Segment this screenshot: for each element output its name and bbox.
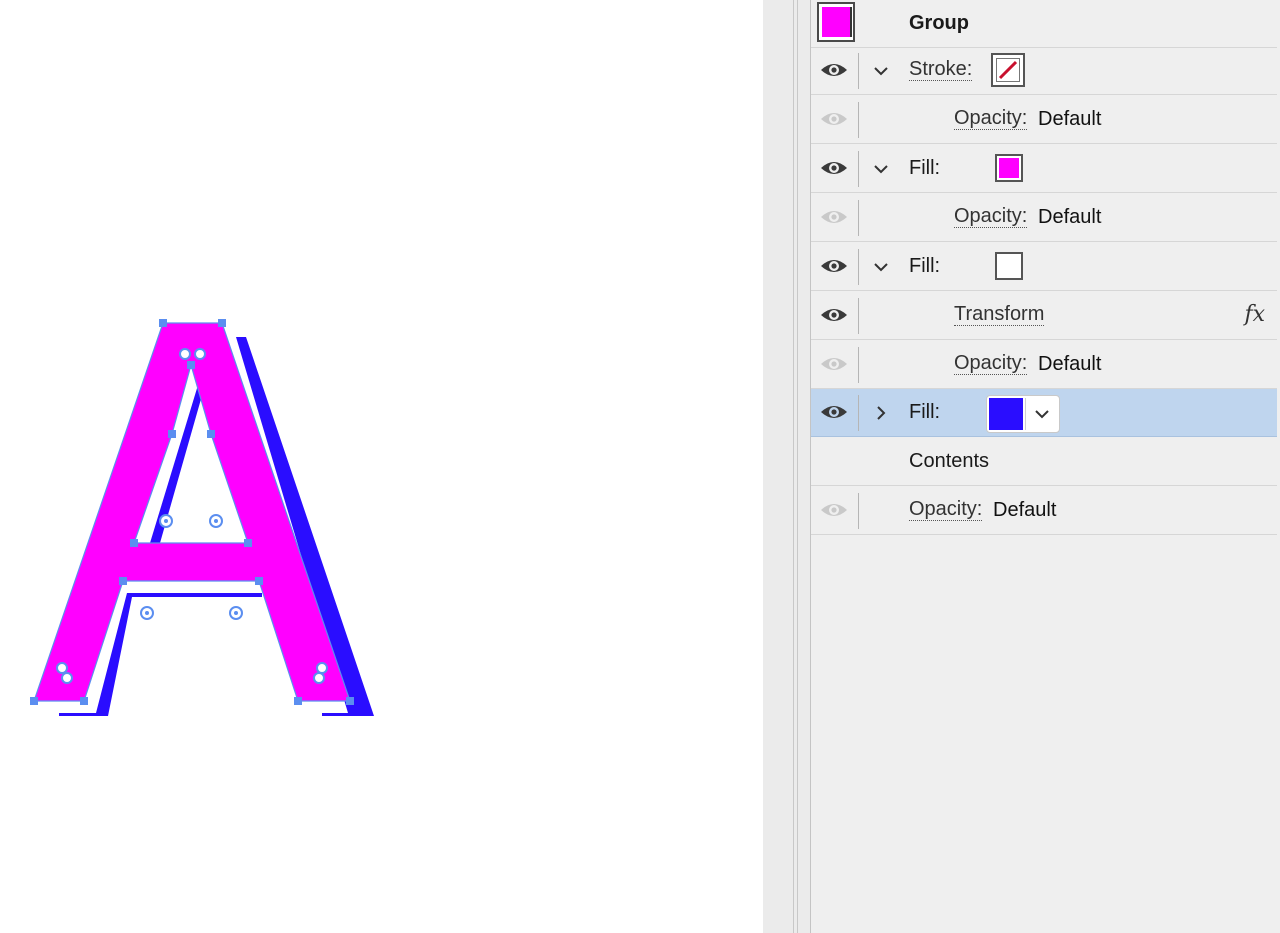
eye-icon[interactable]: [819, 353, 849, 375]
opacity-value: Default: [993, 499, 1057, 521]
eye-icon[interactable]: [819, 157, 849, 179]
group-thumbnail: [817, 2, 855, 42]
fill-swatch-blue[interactable]: [989, 398, 1023, 430]
stroke-row[interactable]: Stroke:: [811, 47, 1277, 95]
divider: [858, 395, 859, 431]
app-window: Group Stroke: Opacity: Default Fill: Opa…: [0, 0, 1280, 933]
fill-row-white[interactable]: Fill:: [811, 243, 1277, 291]
fill-swatch-magenta[interactable]: [995, 154, 1023, 182]
opacity-label[interactable]: Opacity:: [954, 107, 1028, 130]
opacity-label[interactable]: Opacity:: [954, 352, 1028, 375]
group-row[interactable]: Group: [811, 0, 1277, 48]
object-opacity-row[interactable]: Opacity: Default: [811, 487, 1277, 535]
eye-icon[interactable]: [819, 255, 849, 277]
appearance-panel: Group Stroke: Opacity: Default Fill: Opa…: [811, 0, 1280, 933]
divider: [858, 151, 859, 187]
divider: [858, 200, 859, 236]
stroke-swatch[interactable]: [991, 53, 1025, 87]
fill-row-blue-selected[interactable]: Fill:: [811, 389, 1277, 437]
opacity-value: Default: [1038, 353, 1102, 375]
fill-color-dropdown[interactable]: [986, 395, 1060, 433]
chevron-down-icon[interactable]: [871, 258, 891, 276]
none-slash-icon: [998, 60, 1018, 80]
fill-row-magenta[interactable]: Fill:: [811, 145, 1277, 193]
eye-icon[interactable]: [819, 59, 849, 81]
chevron-right-icon[interactable]: [871, 404, 891, 422]
opacity-label[interactable]: Opacity:: [909, 498, 983, 521]
transform-effect-link[interactable]: Transform: [954, 303, 1045, 326]
divider: [858, 249, 859, 285]
fill-swatch-white[interactable]: [995, 252, 1023, 280]
panel-dock-gutter[interactable]: [763, 0, 811, 933]
fill-label: Fill:: [909, 401, 941, 423]
opacity-value: Default: [1038, 108, 1102, 130]
divider: [858, 298, 859, 334]
chevron-down-icon[interactable]: [1032, 405, 1052, 423]
stroke-label[interactable]: Stroke:: [909, 58, 973, 81]
eye-icon[interactable]: [819, 108, 849, 130]
letter-a-artwork[interactable]: [0, 0, 763, 933]
divider: [858, 102, 859, 138]
chevron-down-icon[interactable]: [871, 62, 891, 80]
divider: [858, 347, 859, 383]
stroke-opacity-row[interactable]: Opacity: Default: [811, 96, 1277, 144]
chevron-down-icon[interactable]: [871, 160, 891, 178]
eye-icon[interactable]: [819, 499, 849, 521]
group-swatch: [822, 7, 852, 37]
fill-label: Fill:: [909, 157, 941, 179]
divider: [797, 0, 798, 933]
transform-effect-row[interactable]: Transform fx: [811, 292, 1277, 340]
fill-label: Fill:: [909, 255, 941, 277]
artboard-canvas[interactable]: [0, 0, 763, 933]
divider: [858, 493, 859, 529]
fx-icon[interactable]: fx: [1244, 302, 1265, 327]
contents-label: Contents: [909, 450, 990, 472]
divider: [793, 0, 794, 933]
eye-icon[interactable]: [819, 206, 849, 228]
contents-row[interactable]: Contents: [811, 438, 1277, 486]
fill-opacity-row[interactable]: Opacity: Default: [811, 194, 1277, 242]
opacity-label[interactable]: Opacity:: [954, 205, 1028, 228]
divider: [858, 53, 859, 89]
eye-icon[interactable]: [819, 304, 849, 326]
opacity-value: Default: [1038, 206, 1102, 228]
eye-icon[interactable]: [819, 401, 849, 423]
divider: [1025, 398, 1026, 430]
fill-opacity-row[interactable]: Opacity: Default: [811, 341, 1277, 389]
group-label: Group: [909, 12, 969, 34]
